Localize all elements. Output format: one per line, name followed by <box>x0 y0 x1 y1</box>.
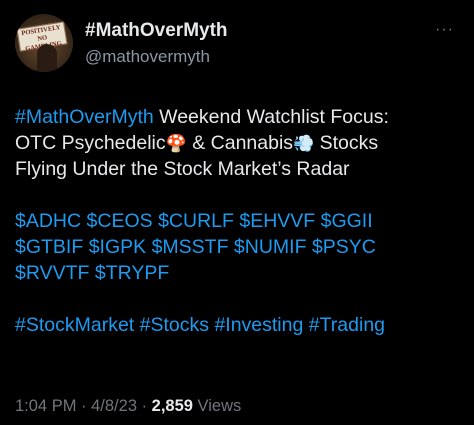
tweet-line-2: OTC Psychedelic🍄 & Cannabis💨 Stocks <box>15 130 463 156</box>
tweet-text-fragment: OTC Psychedelic <box>15 132 166 154</box>
cashtag-link[interactable]: $NUMIF <box>234 236 307 258</box>
avatar[interactable]: POSITIVELY NO GAMBLING <box>15 14 73 72</box>
tweet-date[interactable]: 4/8/23 <box>91 397 137 415</box>
tweet-text-fragment: & Cannabis <box>186 132 294 154</box>
cashtag-link[interactable]: $TRYPF <box>95 262 169 284</box>
views-label: Views <box>192 397 242 415</box>
hashtag-row: #StockMarket #Stocks #Investing #Trading <box>15 312 463 338</box>
meta-separator: · <box>137 397 152 415</box>
tweet-line-3: Flying Under the Stock Market’s Radar <box>15 158 350 180</box>
dash-emoji: 💨 <box>293 134 315 153</box>
hashtag-link[interactable]: #Stocks <box>140 314 209 336</box>
hashtag-link[interactable]: #MathOverMyth <box>15 106 154 128</box>
cashtag-row: $ADHC $CEOS $CURLF $EHVVF $GGII <box>15 208 463 234</box>
cashtag-link[interactable]: $PSYC <box>312 236 376 258</box>
cashtag-link[interactable]: $GTBIF <box>15 236 83 258</box>
cashtag-link[interactable]: $MSSTF <box>152 236 229 258</box>
tweet-time[interactable]: 1:04 PM <box>15 397 76 415</box>
hashtag-link[interactable]: #StockMarket <box>15 314 134 336</box>
mushroom-emoji: 🍄 <box>165 134 187 153</box>
cashtag-row: $GTBIF $IGPK $MSSTF $NUMIF $PSYC <box>15 234 463 260</box>
display-name[interactable]: #MathOverMyth <box>85 20 228 42</box>
cashtag-row: $RVVTF $TRYPF <box>15 260 463 286</box>
views-count: 2,859 <box>151 397 193 415</box>
cashtag-link[interactable]: $CURLF <box>158 210 234 232</box>
cashtag-link[interactable]: $EHVVF <box>239 210 315 232</box>
avatar-figure <box>37 44 57 72</box>
tweet-meta: 1:04 PM · 4/8/23 · 2,859 Views <box>15 397 241 416</box>
more-horizontal-icon[interactable]: ··· <box>435 22 457 38</box>
hashtag-link[interactable]: #Trading <box>309 314 385 336</box>
tweet-header: POSITIVELY NO GAMBLING #MathOverMyth @ma… <box>15 14 459 76</box>
tweet-text-fragment: Weekend Watchlist Focus: <box>153 106 389 128</box>
cashtag-link[interactable]: $IGPK <box>89 236 146 258</box>
meta-separator: · <box>76 397 92 415</box>
cashtag-link[interactable]: $ADHC <box>15 210 81 232</box>
tweet-line-1: #MathOverMyth Weekend Watchlist Focus: <box>15 104 463 130</box>
hashtag-link[interactable]: #Investing <box>214 314 303 336</box>
tweet-text: #MathOverMyth Weekend Watchlist Focus: O… <box>15 104 463 338</box>
cashtag-link[interactable]: $RVVTF <box>15 262 89 284</box>
cashtag-link[interactable]: $CEOS <box>87 210 153 232</box>
tweet-text-fragment: Stocks <box>314 132 379 154</box>
cashtag-link[interactable]: $GGII <box>321 210 373 232</box>
user-handle[interactable]: @mathovermyth <box>85 47 210 67</box>
